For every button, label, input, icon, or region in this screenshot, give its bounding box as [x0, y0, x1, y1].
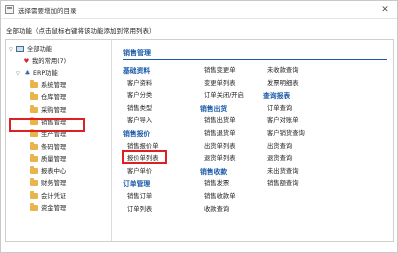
function-item[interactable]: 客户单价 — [127, 166, 152, 175]
window-title: 选择需要增加的目录 — [18, 7, 77, 15]
folder-icon — [30, 203, 38, 211]
function-item[interactable]: 退货查询 — [267, 153, 292, 162]
tree-node-erp[interactable]: ▽ ♣ ERP功能 — [16, 68, 58, 79]
section-title: 销售管理 — [123, 49, 151, 57]
function-item[interactable]: 变更单列表 — [204, 78, 235, 87]
tree-favorites-label: 我的常用(7) — [32, 58, 67, 65]
folder-icon — [30, 141, 38, 150]
app-icon — [5, 5, 14, 14]
function-item[interactable]: 销售退货单 — [204, 128, 235, 137]
function-item[interactable]: 销售变更单 — [204, 65, 235, 74]
section-divider — [123, 59, 387, 60]
collapse-icon[interactable]: ▽ — [9, 45, 16, 56]
tree-item-module[interactable]: 资金管理 — [30, 203, 66, 214]
tree-item-label: 资金管理 — [41, 205, 67, 212]
tree-item-label: 质量管理 — [41, 155, 67, 163]
function-item[interactable]: 销售收款单 — [204, 191, 235, 200]
title-bar: 选择需要增加的目录 ✕ — [1, 1, 397, 19]
category-heading: 基础资料 — [123, 67, 151, 75]
tree-item-label: 报表中心 — [41, 168, 67, 176]
tree-item-module[interactable]: 质量管理 — [30, 153, 67, 165]
close-button[interactable]: ✕ — [378, 3, 392, 17]
function-item[interactable]: 客户分类 — [127, 90, 152, 99]
tree-item-module[interactable]: 财务管理 — [30, 178, 66, 189]
function-item[interactable]: 销售发票 — [204, 178, 229, 187]
tree-item-module[interactable]: 系统管理 — [30, 80, 66, 91]
folder-icon — [30, 104, 38, 113]
tree-item-module[interactable]: 仓库管理 — [30, 92, 66, 103]
tree-item-module[interactable]: 采购管理 — [30, 104, 67, 116]
folder-icon — [30, 129, 38, 138]
category-heading: 销售报价 — [123, 130, 151, 138]
tree-item-label: 仓库管理 — [41, 94, 67, 102]
tree-root-label: 全部功能 — [27, 46, 53, 53]
heart-icon: ♥ — [23, 58, 30, 65]
function-item[interactable]: 收款查询 — [204, 204, 229, 213]
collapse-icon[interactable]: ▽ — [16, 69, 23, 80]
tree-item-label: 条码管理 — [41, 143, 67, 151]
tree-item-label: 系统管理 — [41, 82, 67, 89]
item-highlight — [122, 150, 167, 164]
function-item[interactable]: 销售报价单 — [127, 141, 158, 150]
tree-item-module[interactable]: 会计凭证 — [30, 190, 67, 202]
hint-text: 全部功能（点击鼠标右键将该功能添加到常用列表） — [6, 27, 156, 35]
function-item[interactable]: 销售额查询 — [267, 178, 298, 187]
function-item[interactable]: 客户销货查询 — [267, 128, 305, 137]
tree-item-label: 会计凭证 — [41, 192, 67, 200]
tree-item-label: 生产管理 — [41, 131, 67, 139]
tree-item-label: 财务管理 — [41, 180, 67, 188]
function-item[interactable]: 销售出货单 — [204, 115, 235, 124]
folder-icon — [30, 80, 38, 88]
selection-highlight — [9, 118, 85, 132]
folder-icon — [30, 92, 38, 101]
function-item[interactable]: 退货单列表 — [204, 153, 235, 162]
computer-icon — [16, 46, 24, 52]
function-item[interactable]: 订单关闭/开启 — [204, 90, 244, 99]
folder-icon — [30, 153, 38, 162]
function-item[interactable]: 出货查询 — [267, 141, 292, 150]
tree-node-favorites[interactable]: ♥ 我的常用(7) — [22, 56, 66, 67]
function-item[interactable]: 销售订单 — [127, 191, 152, 200]
content-panel: ▽ 全部功能 ♥ 我的常用(7) ▽ ♣ ERP功能 系统管理 仓库管理 采购管理 销售管理生… — [5, 39, 394, 242]
function-item[interactable]: 销售类型 — [127, 103, 152, 112]
module-tree: ▽ 全部功能 ♥ 我的常用(7) ▽ ♣ ERP功能 系统管理 仓库管理 采购管理 销售管理生… — [6, 40, 112, 241]
function-item[interactable]: 未出货查询 — [267, 166, 298, 175]
dialog-window: 选择需要增加的目录 ✕ 全部功能（点击鼠标右键将该功能添加到常用列表） ▽ 全部功… — [0, 0, 398, 253]
tree-item-module[interactable]: 报表中心 — [30, 166, 66, 177]
function-area: 销售管理 基础资料 客户资料 客户分类 销售类型 客户导入 销售报价 销售报价单 报价单列表客… — [113, 40, 394, 241]
erp-icon: ♣ — [24, 70, 31, 77]
function-item[interactable]: 订单查询 — [267, 103, 292, 112]
function-item[interactable]: 客户资料 — [127, 78, 152, 87]
tree-erp-label: ERP功能 — [33, 70, 58, 77]
folder-icon — [30, 178, 38, 187]
folder-icon — [30, 190, 38, 199]
category-heading: 查询报表 — [263, 92, 291, 101]
function-item[interactable]: 客户导入 — [127, 115, 152, 124]
function-item[interactable]: 客户对账单 — [267, 115, 298, 124]
function-item[interactable]: 订单列表 — [127, 204, 152, 213]
function-item[interactable]: 发票明细表 — [267, 78, 298, 87]
function-item[interactable]: 未收款查询 — [267, 65, 298, 74]
function-item[interactable]: 出货单列表 — [204, 141, 235, 150]
category-heading: 订单管理 — [123, 180, 151, 189]
category-heading: 销售收款 — [200, 167, 228, 176]
tree-item-label: 采购管理 — [41, 106, 67, 114]
tree-item-module[interactable]: 条码管理 — [30, 141, 67, 153]
category-heading: 销售出货 — [200, 104, 228, 113]
tree-node-root[interactable]: ▽ 全部功能 — [9, 44, 52, 55]
folder-icon — [30, 166, 38, 175]
